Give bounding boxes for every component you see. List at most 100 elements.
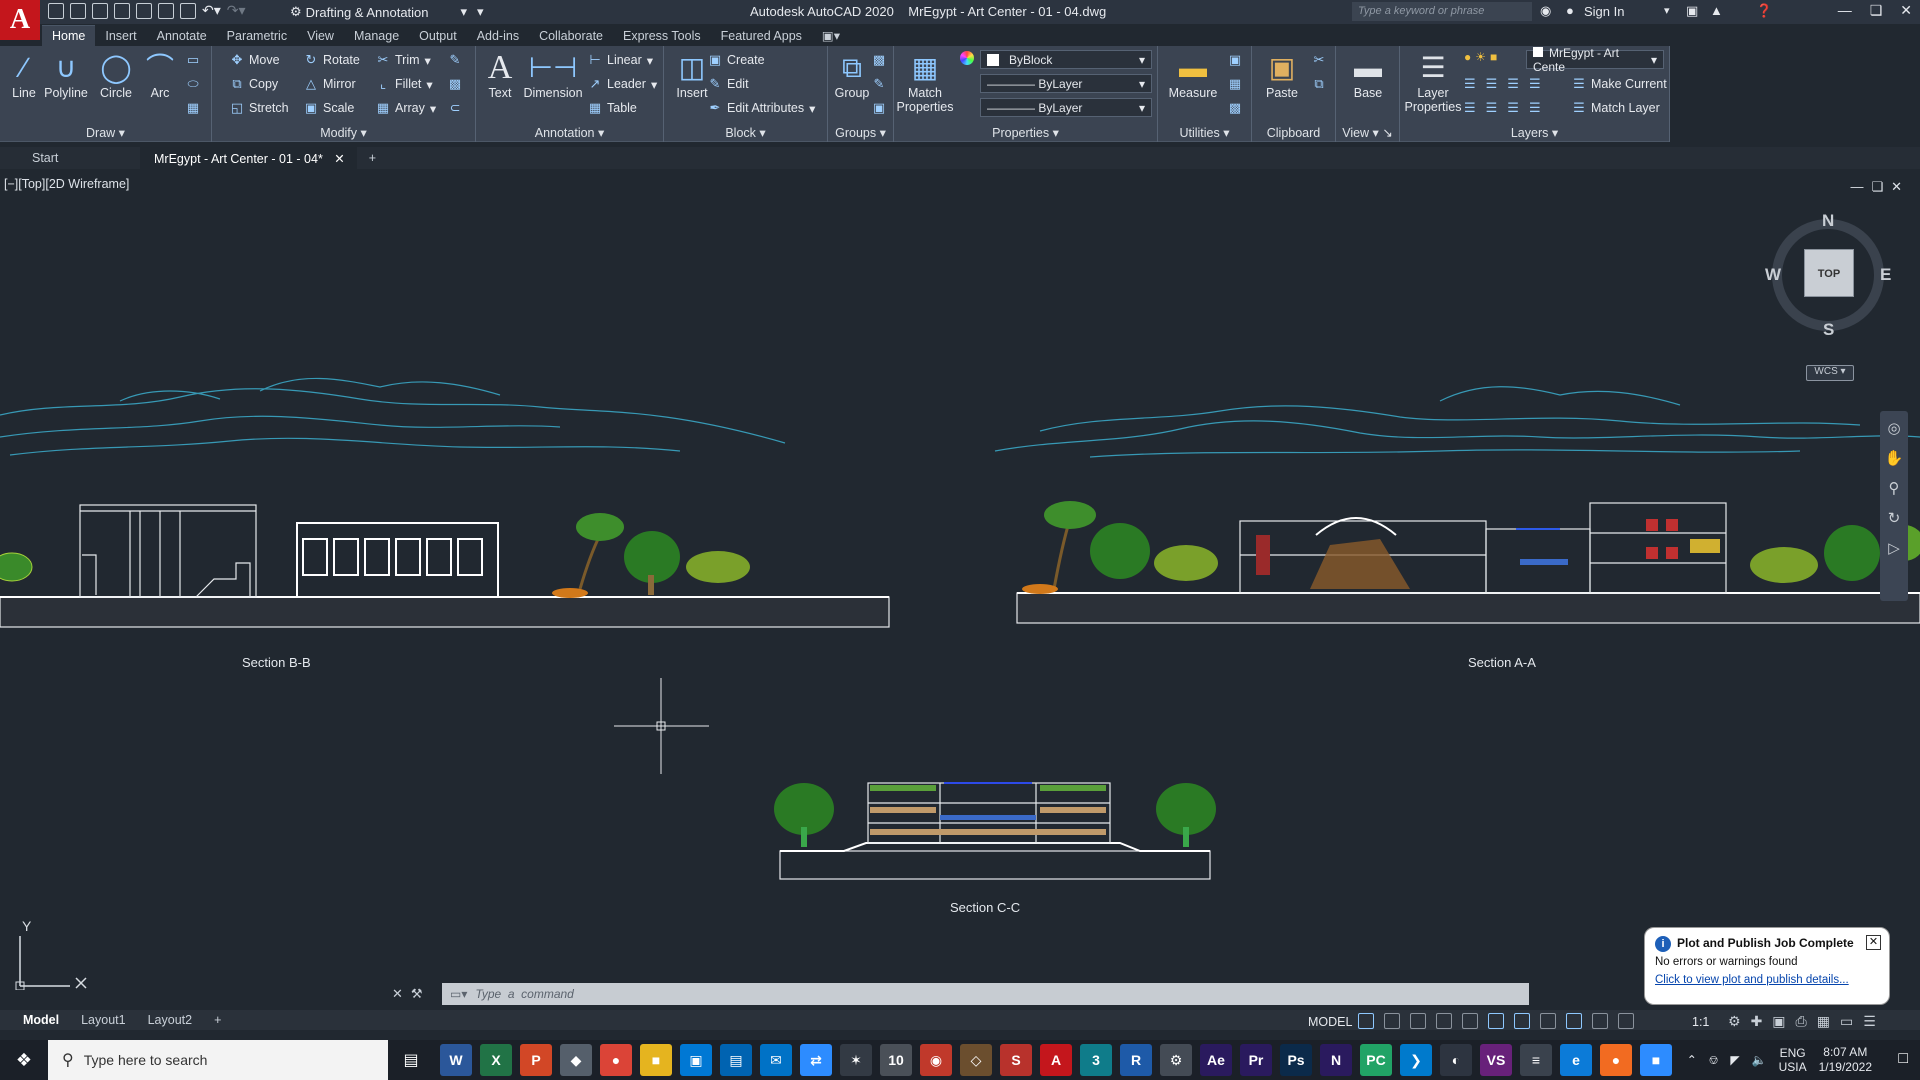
- sign-in-link[interactable]: Sign In: [1584, 4, 1624, 19]
- tab-layout1[interactable]: Layout1: [70, 1011, 136, 1029]
- autocad-logo[interactable]: A: [0, 0, 40, 40]
- windows-start-icon[interactable]: ❖: [0, 1040, 48, 1080]
- open-web-icon[interactable]: [136, 2, 152, 19]
- panel-title-groups[interactable]: Groups ▾: [828, 125, 893, 140]
- pan-icon[interactable]: ✋: [1880, 449, 1908, 467]
- tab-layout2[interactable]: Layout2: [137, 1011, 203, 1029]
- drawing-viewport[interactable]: [−][Top][2D Wireframe] — ❏ ✕ Section B-B…: [0, 175, 1920, 1005]
- hatch-button[interactable]: ▦: [186, 98, 200, 118]
- paste-button[interactable]: ▣ Paste: [1258, 50, 1306, 100]
- ellipse-button[interactable]: ⬭: [186, 74, 200, 94]
- tab-annotate[interactable]: Annotate: [147, 26, 217, 46]
- array-button[interactable]: ▦ Array ▾: [376, 98, 436, 118]
- panel-title-annotation[interactable]: Annotation ▾: [476, 125, 663, 140]
- isodraft-icon[interactable]: [1462, 1013, 1478, 1029]
- explode-button[interactable]: ▩: [448, 74, 462, 94]
- binoculars-icon[interactable]: ◉: [1540, 3, 1551, 19]
- annotation-scale-value[interactable]: 1:1: [1692, 1015, 1709, 1029]
- add-layout-icon[interactable]: +: [203, 1011, 232, 1029]
- panel-title-view[interactable]: View ▾ ↘: [1336, 125, 1399, 140]
- ortho-icon[interactable]: [1410, 1013, 1426, 1029]
- isolate-icon[interactable]: ▣: [1772, 1013, 1785, 1030]
- object-snap-tracking-icon[interactable]: [1488, 1013, 1504, 1029]
- taskbar-app-icon[interactable]: Ae: [1200, 1044, 1232, 1076]
- layer-tools-row2[interactable]: ☰☰☰☰: [1464, 100, 1551, 116]
- customize-icon[interactable]: ☰: [1863, 1013, 1876, 1030]
- new-tab-icon[interactable]: +: [357, 147, 388, 169]
- table-button[interactable]: ▦ Table: [588, 98, 637, 118]
- create-block-button[interactable]: ▣ Create: [708, 50, 765, 70]
- file-tab-start[interactable]: Start: [0, 147, 140, 169]
- taskbar-app-icon[interactable]: ▤: [720, 1044, 752, 1076]
- quick-select-button[interactable]: ▣: [1228, 50, 1242, 70]
- fillet-button[interactable]: ⌞ Fillet ▾: [376, 74, 433, 94]
- clean-screen-icon[interactable]: ▭: [1840, 1013, 1853, 1030]
- tab-manage[interactable]: Manage: [344, 26, 409, 46]
- compass-north[interactable]: N: [1822, 211, 1834, 231]
- taskbar-app-icon[interactable]: ✶: [840, 1044, 872, 1076]
- linear-button[interactable]: ⊢ Linear ▾: [588, 50, 653, 70]
- taskbar-app-icon[interactable]: ■: [640, 1044, 672, 1076]
- cart-icon[interactable]: ▣: [1686, 3, 1698, 19]
- annotation-visibility-icon[interactable]: [1566, 1013, 1582, 1029]
- taskbar-app-icon[interactable]: PC: [1360, 1044, 1392, 1076]
- panel-title-layers[interactable]: Layers ▾: [1400, 125, 1669, 140]
- taskbar-app-icon[interactable]: P: [520, 1044, 552, 1076]
- lineweight-icon[interactable]: [1540, 1013, 1556, 1029]
- group-button[interactable]: ⧉ Group: [828, 50, 876, 100]
- taskbar-app-icon[interactable]: 3: [1080, 1044, 1112, 1076]
- cut-button[interactable]: ✂: [1312, 50, 1326, 70]
- wifi-icon[interactable]: ◤: [1730, 1053, 1739, 1067]
- trim-button[interactable]: ✂ Trim ▾: [376, 50, 431, 70]
- new-icon[interactable]: [48, 2, 64, 19]
- notifications-icon[interactable]: □: [1898, 1050, 1908, 1068]
- file-tab-drawing[interactable]: MrEgypt - Art Center - 01 - 04* ✕: [140, 147, 357, 169]
- wcs-menu[interactable]: WCS ▾: [1806, 365, 1854, 381]
- compass-south[interactable]: S: [1823, 320, 1834, 340]
- tab-add-ins[interactable]: Add-ins: [467, 26, 529, 46]
- gear-icon[interactable]: ⚙: [1728, 1013, 1741, 1030]
- taskbar-app-icon[interactable]: ⇄: [800, 1044, 832, 1076]
- model-space-toggle[interactable]: MODEL: [1308, 1015, 1352, 1029]
- plus-icon[interactable]: ✚: [1751, 1013, 1763, 1030]
- panel-title-block[interactable]: Block ▾: [664, 125, 827, 140]
- tab-output[interactable]: Output: [409, 26, 467, 46]
- task-view-icon[interactable]: ▤: [394, 1050, 428, 1070]
- viewcube[interactable]: TOP N S W E: [1764, 211, 1892, 339]
- steering-wheel-icon[interactable]: ◎: [1880, 419, 1908, 437]
- group-edit-button[interactable]: ✎: [872, 74, 886, 94]
- tab-express-tools[interactable]: Express Tools: [613, 26, 711, 46]
- measure-button[interactable]: ▬ Measure: [1164, 50, 1222, 100]
- offset-button[interactable]: ⊂: [448, 98, 462, 118]
- orbit-icon[interactable]: ↻: [1880, 509, 1908, 527]
- base-button[interactable]: ▬ Base: [1344, 50, 1392, 100]
- group-select-button[interactable]: ▣: [872, 98, 886, 118]
- taskbar-app-icon[interactable]: VS: [1480, 1044, 1512, 1076]
- taskbar-app-icon[interactable]: e: [1560, 1044, 1592, 1076]
- scale-button[interactable]: ▣ Scale: [304, 98, 354, 118]
- taskbar-app-icon[interactable]: ●: [1600, 1044, 1632, 1076]
- taskbar-app-icon[interactable]: ❯: [1400, 1044, 1432, 1076]
- dimension-button[interactable]: ⊢⊣ Dimension: [522, 50, 584, 100]
- panel-title-draw[interactable]: Draw ▾: [0, 125, 211, 140]
- layer-properties-button[interactable]: ☰ Layer Properties: [1404, 50, 1462, 114]
- auto-scale-icon[interactable]: [1592, 1013, 1608, 1029]
- taskbar-app-icon[interactable]: A: [1040, 1044, 1072, 1076]
- open-icon[interactable]: [70, 2, 86, 19]
- tab-view[interactable]: View: [297, 26, 344, 46]
- taskbar-search-input[interactable]: ⚲ Type here to search: [48, 1040, 388, 1080]
- ribbon-minimize-icon[interactable]: ▣▾: [812, 25, 850, 46]
- tab-home[interactable]: Home: [42, 25, 96, 46]
- ungroup-button[interactable]: ▩: [872, 50, 886, 70]
- taskbar-app-icon[interactable]: X: [480, 1044, 512, 1076]
- panel-title-utilities[interactable]: Utilities ▾: [1158, 125, 1251, 140]
- close-icon[interactable]: ✕: [1900, 2, 1912, 19]
- select-all-button[interactable]: ▦: [1228, 74, 1242, 94]
- qat-customize-icon[interactable]: ▾: [477, 4, 484, 20]
- ucs-icon[interactable]: Y: [12, 918, 92, 993]
- taskbar-app-icon[interactable]: ▣: [680, 1044, 712, 1076]
- color-dropdown[interactable]: ByBlock ▾: [980, 50, 1152, 69]
- arc-button[interactable]: ⌒ Arc: [136, 50, 184, 100]
- taskbar-app-icon[interactable]: ◉: [920, 1044, 952, 1076]
- compass-west[interactable]: W: [1765, 265, 1781, 285]
